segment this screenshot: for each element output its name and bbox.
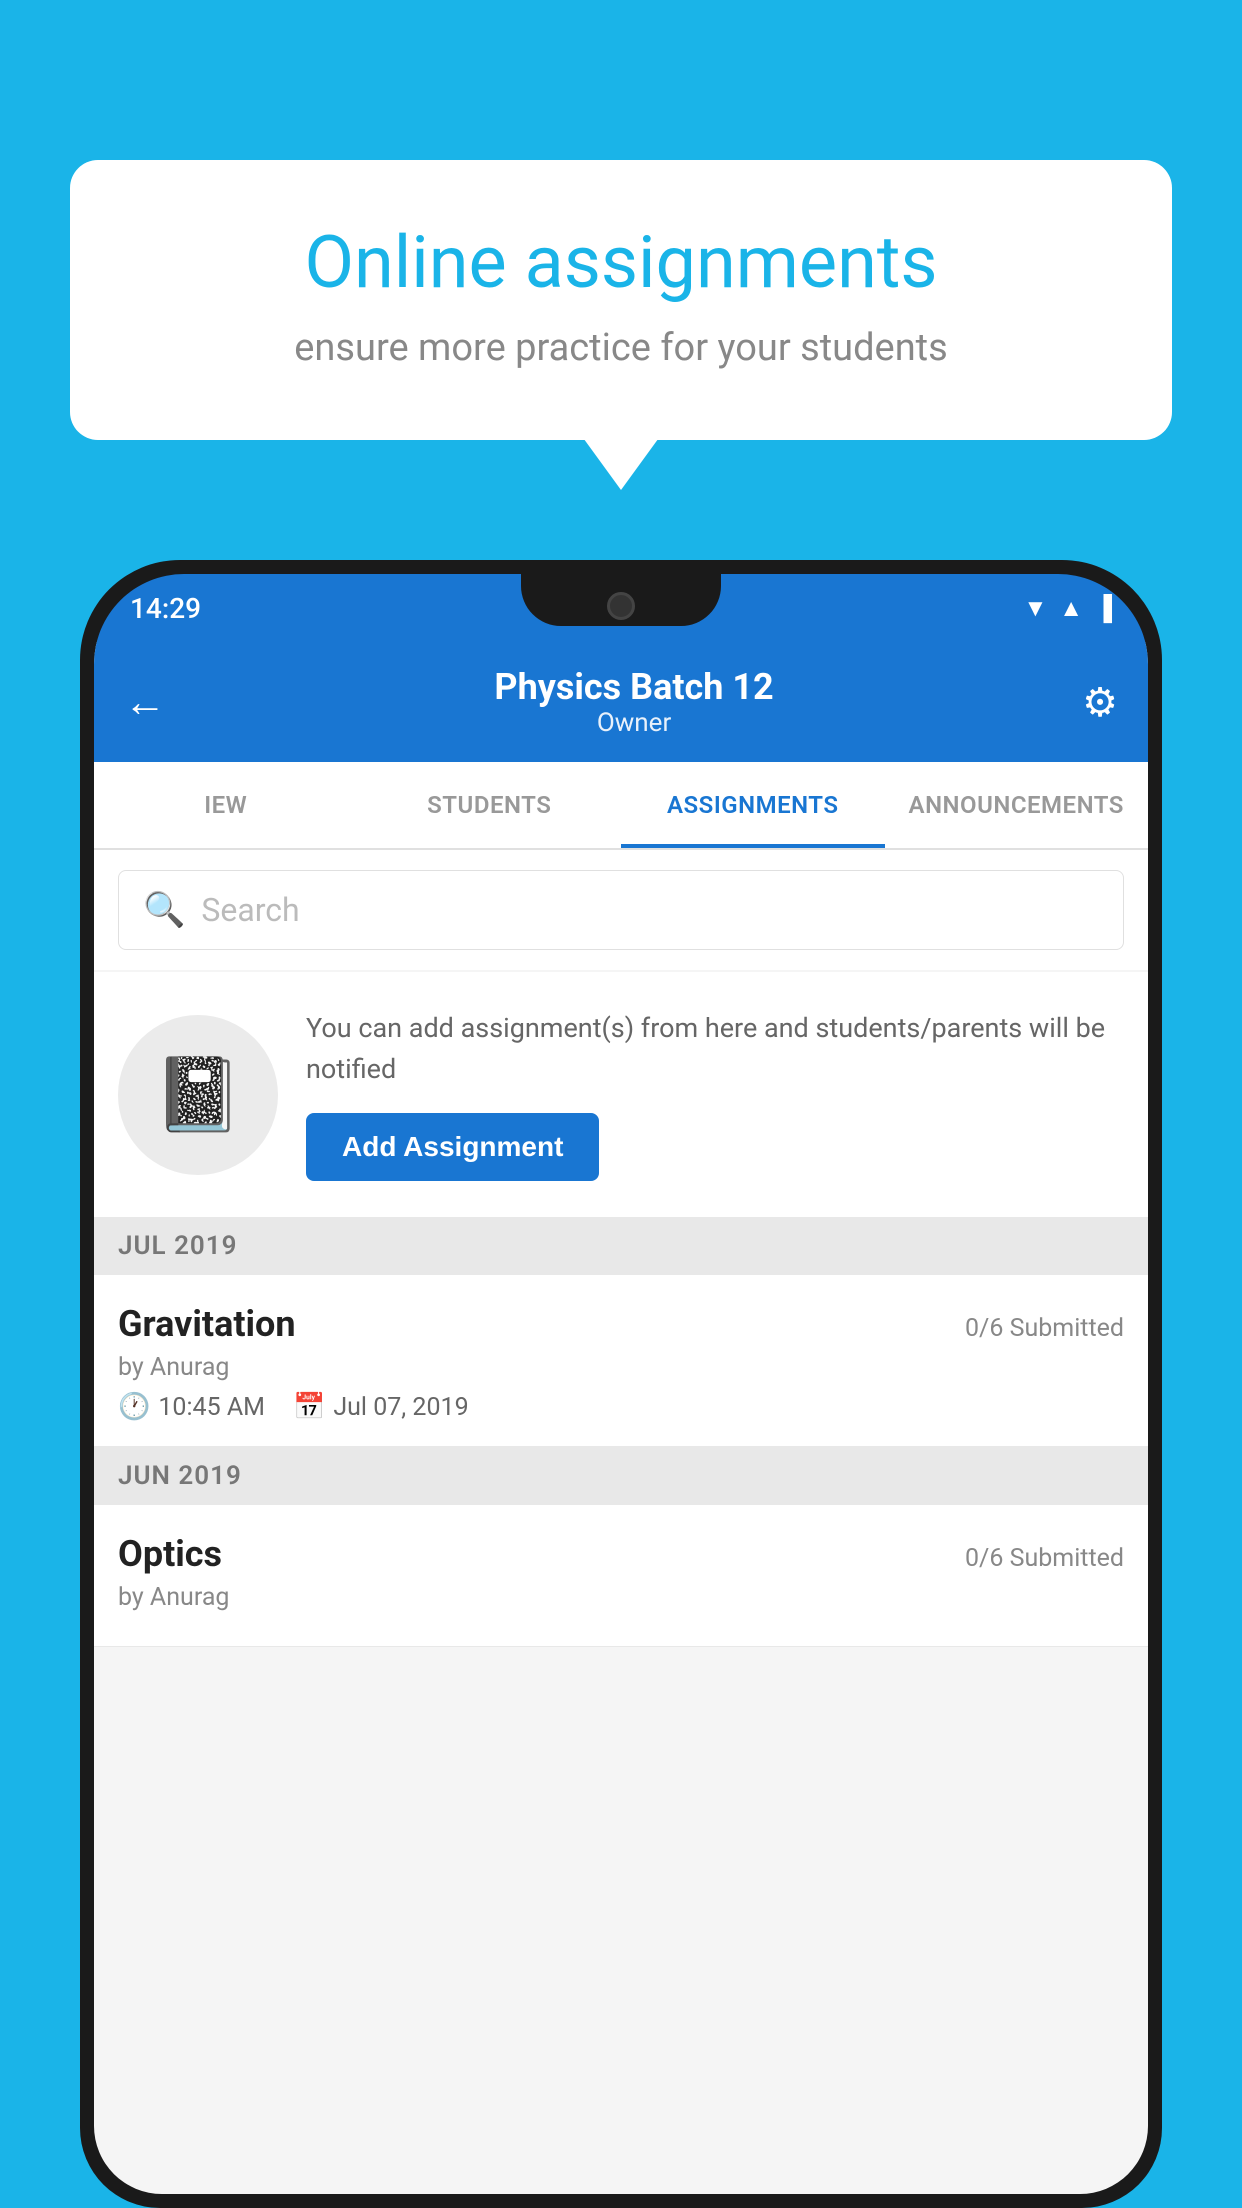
section-jul-2019: JUL 2019 [94,1217,1148,1275]
back-button[interactable]: ← [124,678,166,727]
assignment-item-optics[interactable]: Optics 0/6 Submitted by Anurag [94,1505,1148,1647]
tab-assignments[interactable]: ASSIGNMENTS [621,762,885,848]
signal-icon: ▲ [1059,594,1083,623]
notch [521,574,721,626]
tab-announcements[interactable]: ANNOUNCEMENTS [885,762,1149,848]
battery-icon: ▐ [1095,594,1112,623]
assignment-top-row: Gravitation 0/6 Submitted [118,1303,1124,1345]
promo-icon-circle: 📓 [118,1015,278,1175]
speech-bubble-container: Online assignments ensure more practice … [70,160,1172,440]
assignment-name-optics: Optics [118,1533,222,1575]
app-header: ← Physics Batch 12 Owner ⚙ [94,642,1148,762]
tab-iew[interactable]: IEW [94,762,358,848]
search-bar[interactable]: 🔍 Search [118,870,1124,950]
assignment-top-row-optics: Optics 0/6 Submitted [118,1533,1124,1575]
assignment-name-gravitation: Gravitation [118,1303,296,1345]
add-assignment-button[interactable]: Add Assignment [306,1113,599,1181]
phone-screen: ← Physics Batch 12 Owner ⚙ IEW STUDENTS … [94,642,1148,2194]
assignment-author-gravitation: by Anurag [118,1353,1124,1382]
search-icon: 🔍 [143,890,185,930]
promo-text: You can add assignment(s) from here and … [306,1008,1124,1089]
status-icons: ▼ ▲ ▐ [1023,594,1112,623]
speech-bubble: Online assignments ensure more practice … [70,160,1172,440]
assignment-time-gravitation: 🕐 10:45 AM [118,1392,265,1422]
assignment-author-optics: by Anurag [118,1583,1124,1612]
section-jun-2019: JUN 2019 [94,1447,1148,1505]
camera [607,592,635,620]
header-title-block: Physics Batch 12 Owner [186,666,1082,738]
promo-block: 📓 You can add assignment(s) from here an… [94,972,1148,1217]
phone-inner: 14:29 ▼ ▲ ▐ ← Physics Batch 12 Owner ⚙ [94,574,1148,2194]
assignment-submitted-gravitation: 0/6 Submitted [965,1314,1124,1343]
tabs-bar: IEW STUDENTS ASSIGNMENTS ANNOUNCEMENTS [94,762,1148,850]
promo-content: You can add assignment(s) from here and … [306,1008,1124,1181]
search-placeholder-text: Search [201,891,299,929]
notebook-icon: 📓 [153,1052,243,1137]
phone-frame: 14:29 ▼ ▲ ▐ ← Physics Batch 12 Owner ⚙ [80,560,1162,2208]
wifi-icon: ▼ [1023,594,1047,623]
assignment-date-gravitation: 📅 Jul 07, 2019 [293,1392,469,1422]
assignment-submitted-optics: 0/6 Submitted [965,1544,1124,1573]
speech-bubble-title: Online assignments [140,220,1102,306]
status-time: 14:29 [130,592,201,625]
tab-students[interactable]: STUDENTS [358,762,622,848]
header-title: Physics Batch 12 [186,666,1082,708]
clock-icon: 🕐 [118,1392,150,1422]
settings-icon[interactable]: ⚙ [1082,679,1118,726]
assignment-item-gravitation[interactable]: Gravitation 0/6 Submitted by Anurag 🕐 10… [94,1275,1148,1447]
speech-bubble-subtitle: ensure more practice for your students [140,326,1102,370]
search-bar-container: 🔍 Search [94,850,1148,970]
calendar-icon: 📅 [293,1392,325,1422]
assignment-meta-gravitation: 🕐 10:45 AM 📅 Jul 07, 2019 [118,1392,1124,1422]
header-subtitle: Owner [186,708,1082,738]
